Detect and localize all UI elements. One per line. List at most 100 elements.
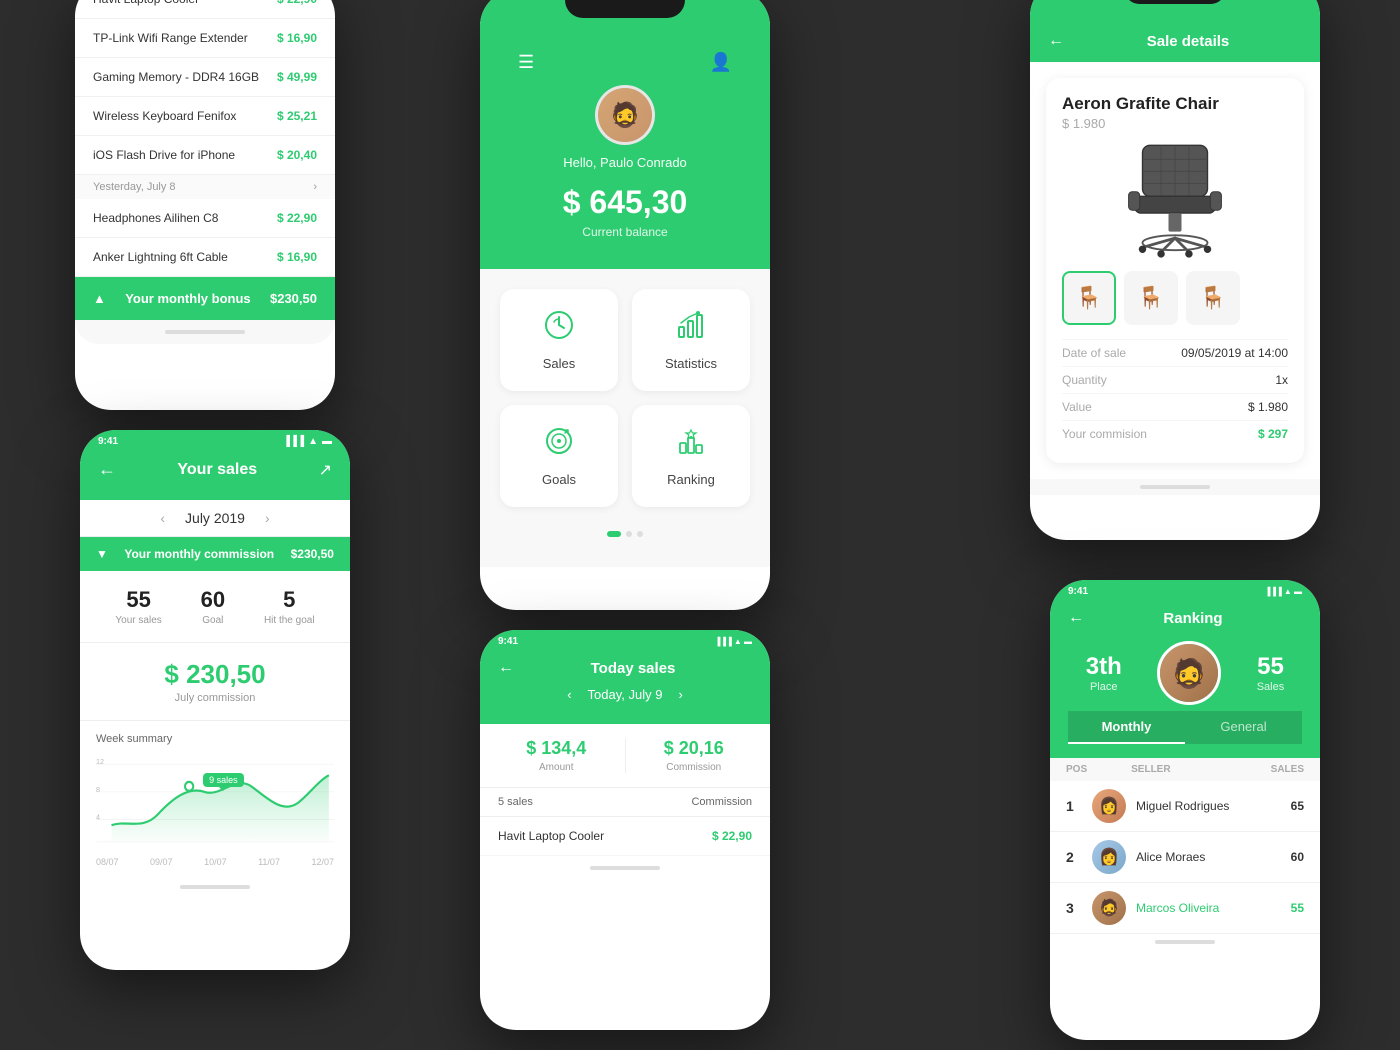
transaction-item[interactable]: Havit Laptop Cooler $ 22,90 [75, 0, 335, 19]
current-date: Today, July 9 [588, 687, 663, 702]
svg-text:4: 4 [96, 812, 100, 821]
battery-icon: ▬ [322, 436, 332, 447]
goals-icon [514, 425, 604, 464]
item-name: Havit Laptop Cooler [498, 829, 604, 843]
prev-day-button[interactable]: ‹ [567, 687, 571, 702]
rank-place-label: Place [1086, 681, 1122, 693]
bonus-label: Your monthly bonus [125, 291, 250, 306]
ranking-hero: 3th Place 🧔 55 Sales [1068, 635, 1302, 711]
product-name: Aeron Grafite Chair [1062, 94, 1288, 114]
date-separator[interactable]: Yesterday, July 8 › [75, 175, 335, 199]
ranking-label: Ranking [646, 472, 736, 487]
commission-info: Commission [691, 796, 752, 808]
next-day-button[interactable]: › [678, 687, 682, 702]
amount-row: $ 134,4 Amount $ 20,16 Commission [480, 724, 770, 788]
dot [637, 531, 643, 537]
stat-value: 5 [264, 587, 315, 613]
transaction-item[interactable]: Gaming Memory - DDR4 16GB $ 49,99 [75, 58, 335, 97]
today-item[interactable]: Havit Laptop Cooler $ 22,90 [480, 817, 770, 856]
sales-icon [514, 309, 604, 348]
today-header-top: ← Today sales [498, 659, 752, 677]
detail-value: 09/05/2019 at 14:00 [1181, 346, 1288, 360]
chart-x-labels: 08/07 09/07 10/07 11/07 12/07 [96, 857, 334, 867]
commission-value: $230,50 [291, 547, 334, 561]
menu-card-sales[interactable]: Sales [500, 289, 618, 391]
transaction-item[interactable]: Wireless Keyboard Fenifox $ 25,21 [75, 97, 335, 136]
amount-value: $ 134,4 [498, 738, 615, 759]
thumbnail-1[interactable]: 🪑 [1062, 271, 1116, 325]
thumbnail-3[interactable]: 🪑 [1186, 271, 1240, 325]
back-arrow[interactable]: ← [1068, 609, 1084, 627]
ranking-tabs: Monthly General [1068, 711, 1302, 744]
sale-details-header: ← Sale details [1030, 20, 1320, 62]
transaction-item[interactable]: Anker Lightning 6ft Cable $ 16,90 [75, 238, 335, 277]
detail-quantity: Quantity 1x [1062, 366, 1288, 393]
rank-place: 3th [1086, 653, 1122, 681]
expand-icon[interactable]: › [313, 181, 317, 193]
status-time: 9:41 [498, 636, 518, 647]
back-arrow[interactable]: ← [1048, 32, 1064, 50]
thumbnail-2[interactable]: 🪑 [1124, 271, 1178, 325]
ranking-table-header: POS SELLER SALES [1050, 758, 1320, 781]
item-name: Gaming Memory - DDR4 16GB [93, 70, 259, 84]
next-month-button[interactable]: › [265, 510, 270, 526]
ranking-icon [646, 425, 736, 464]
status-icons: ▐▐▐ ▲ ▬ [1265, 586, 1302, 597]
signal-icon: ▐▐▐ [283, 436, 304, 447]
ranking-row-3[interactable]: 3 🧔 Marcos Oliveira 55 [1050, 883, 1320, 934]
prev-month-button[interactable]: ‹ [160, 510, 165, 526]
item-name: Havit Laptop Cooler [93, 0, 199, 6]
ranking-header: ← Ranking 3th Place 🧔 55 Sales Monthly G… [1050, 599, 1320, 758]
detail-label: Quantity [1062, 373, 1107, 387]
back-arrow[interactable]: ← [98, 459, 116, 480]
page-indicator [500, 521, 750, 547]
transaction-list: Havit Laptop Cooler $ 22,90 TP-Link Wifi… [75, 0, 335, 320]
phone-dashboard: ☰ 👤 🧔 Hello, Paulo Conrado $ 645,30 Curr… [480, 0, 770, 610]
transaction-item[interactable]: iOS Flash Drive for iPhone $ 20,40 [75, 136, 335, 175]
item-price: $ 25,21 [277, 109, 317, 123]
menu-card-ranking[interactable]: Ranking [632, 405, 750, 507]
item-name: iOS Flash Drive for iPhone [93, 148, 235, 162]
back-arrow[interactable]: ← [498, 659, 514, 677]
item-price: $ 22,90 [277, 0, 317, 6]
phone-notch-area [1030, 0, 1320, 20]
sales-count: 5 sales [498, 796, 533, 808]
monthly-bonus-bar[interactable]: ▲ Your monthly bonus $230,50 [75, 277, 335, 320]
detail-label: Your commision [1062, 427, 1147, 441]
transaction-item[interactable]: TP-Link Wifi Range Extender $ 16,90 [75, 19, 335, 58]
detail-commission-value: $ 297 [1258, 427, 1288, 441]
rank-avatar: 🧔 [1157, 641, 1221, 705]
ranking-header-top: ← Ranking [1068, 609, 1302, 627]
stat-label: Your sales [115, 615, 161, 626]
sales-header: ← Your sales ↗ [80, 449, 350, 500]
ranking-row-2[interactable]: 2 👩 Alice Moraes 60 [1050, 832, 1320, 883]
col-seller: SELLER [1087, 764, 1271, 775]
tab-monthly[interactable]: Monthly [1068, 711, 1185, 744]
rank-sales-num: 55 [1257, 653, 1285, 681]
menu-card-goals[interactable]: Goals [500, 405, 618, 507]
user-icon[interactable]: 👤 [710, 52, 732, 73]
today-date-nav: ‹ Today, July 9 › [498, 679, 752, 710]
item-price: $ 16,90 [277, 31, 317, 45]
ranking-row-1[interactable]: 1 👩 Miguel Rodrigues 65 [1050, 781, 1320, 832]
phone-your-sales: 9:41 ▐▐▐ ▲ ▬ ← Your sales ↗ ‹ July 2019 … [80, 430, 350, 970]
item-price: $ 16,90 [277, 250, 317, 264]
phone-sale-details: ← Sale details Aeron Grafite Chair $ 1.9… [1030, 0, 1320, 540]
trend-icon: ↗ [319, 460, 332, 480]
menu-card-statistics[interactable]: Statistics [632, 289, 750, 391]
ranking-name-green: Marcos Oliveira [1136, 901, 1281, 915]
commission-sub: July commission [96, 692, 334, 704]
hamburger-icon[interactable]: ☰ [518, 52, 534, 73]
sale-details-title: Sale details [1074, 33, 1302, 50]
transaction-item[interactable]: Headphones Ailihen C8 $ 22,90 [75, 199, 335, 238]
dashboard-header: ☰ 👤 🧔 Hello, Paulo Conrado $ 645,30 Curr… [480, 0, 770, 269]
sales-header-top: ← Your sales ↗ [98, 459, 332, 480]
commission-bar[interactable]: ▼ Your monthly commission $230,50 [80, 537, 350, 571]
avatar: 🧔 [595, 85, 655, 145]
tab-general[interactable]: General [1185, 711, 1302, 744]
item-name: TP-Link Wifi Range Extender [93, 31, 248, 45]
sale-details-card: Aeron Grafite Chair $ 1.980 [1046, 78, 1304, 463]
stat-your-sales: 55 Your sales [115, 587, 161, 626]
item-price: $ 22,90 [277, 211, 317, 225]
menu-grid: Sales Statistics [480, 269, 770, 567]
